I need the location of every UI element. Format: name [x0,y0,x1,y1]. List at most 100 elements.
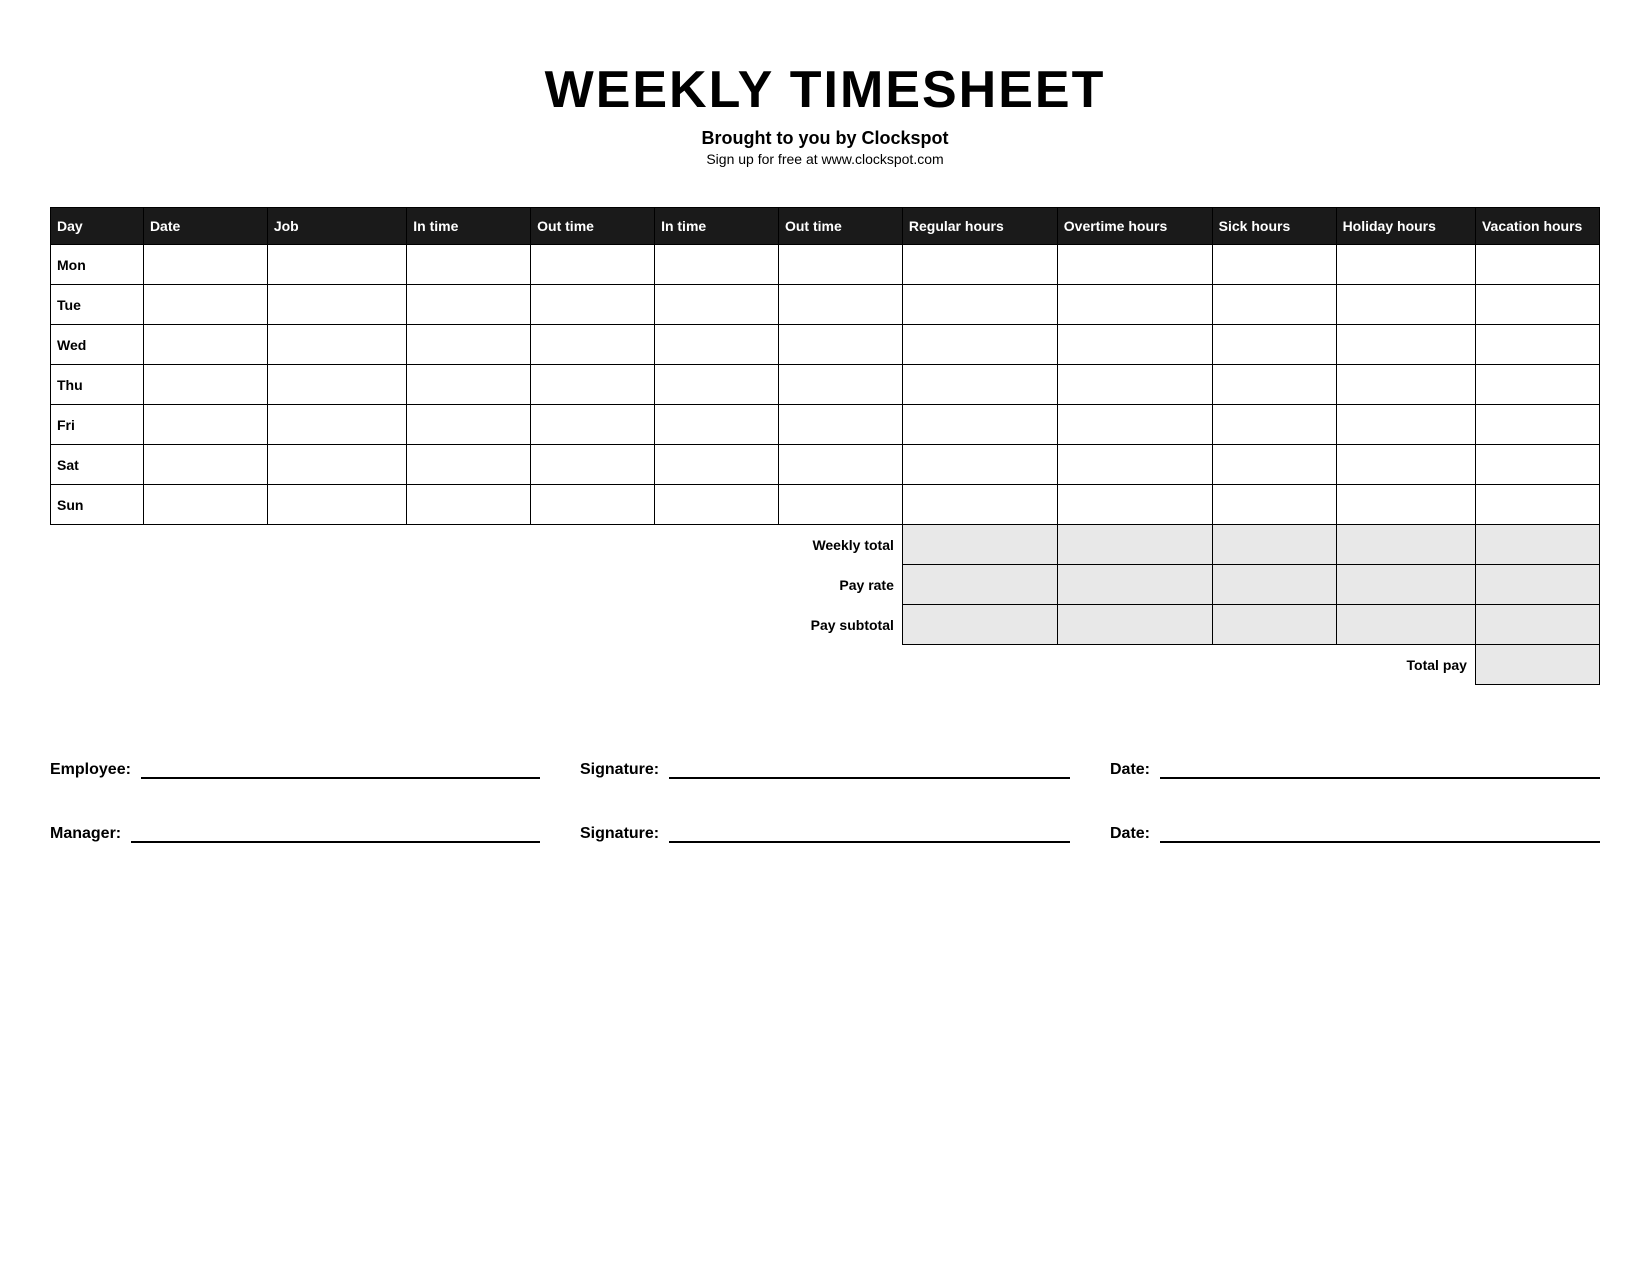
overtime-mon[interactable] [1057,245,1212,285]
manager-signature-line[interactable] [669,819,1070,843]
date-tue[interactable] [143,285,267,325]
regular-thu[interactable] [902,365,1057,405]
pay-rate-vacation[interactable] [1475,565,1599,605]
intime1-tue[interactable] [407,285,531,325]
pay-rate-regular[interactable] [902,565,1057,605]
job-sun[interactable] [267,485,406,525]
pay-rate-overtime[interactable] [1057,565,1212,605]
outtime1-wed[interactable] [531,325,655,365]
outtime1-tue[interactable] [531,285,655,325]
pay-subtotal-overtime[interactable] [1057,605,1212,645]
overtime-thu[interactable] [1057,365,1212,405]
sick-wed[interactable] [1212,325,1336,365]
holiday-fri[interactable] [1336,405,1475,445]
outtime2-wed[interactable] [778,325,902,365]
vacation-fri[interactable] [1475,405,1599,445]
regular-fri[interactable] [902,405,1057,445]
regular-mon[interactable] [902,245,1057,285]
job-mon[interactable] [267,245,406,285]
employee-date-line[interactable] [1160,755,1600,779]
weekly-total-sick[interactable] [1212,525,1336,565]
overtime-fri[interactable] [1057,405,1212,445]
employee-line[interactable] [141,755,540,779]
date-wed[interactable] [143,325,267,365]
sick-tue[interactable] [1212,285,1336,325]
outtime2-sat[interactable] [778,445,902,485]
vacation-sat[interactable] [1475,445,1599,485]
outtime1-thu[interactable] [531,365,655,405]
intime2-mon[interactable] [655,245,779,285]
intime1-sat[interactable] [407,445,531,485]
outtime2-mon[interactable] [778,245,902,285]
intime2-sat[interactable] [655,445,779,485]
pay-subtotal-holiday[interactable] [1336,605,1475,645]
weekly-total-regular[interactable] [902,525,1057,565]
vacation-mon[interactable] [1475,245,1599,285]
sick-mon[interactable] [1212,245,1336,285]
overtime-tue[interactable] [1057,285,1212,325]
outtime1-sat[interactable] [531,445,655,485]
job-wed[interactable] [267,325,406,365]
intime2-tue[interactable] [655,285,779,325]
holiday-sat[interactable] [1336,445,1475,485]
regular-wed[interactable] [902,325,1057,365]
date-sun[interactable] [143,485,267,525]
intime2-wed[interactable] [655,325,779,365]
overtime-wed[interactable] [1057,325,1212,365]
regular-sat[interactable] [902,445,1057,485]
job-sat[interactable] [267,445,406,485]
outtime2-thu[interactable] [778,365,902,405]
pay-rate-sick[interactable] [1212,565,1336,605]
total-pay-value[interactable] [1475,645,1599,685]
job-tue[interactable] [267,285,406,325]
sick-fri[interactable] [1212,405,1336,445]
regular-tue[interactable] [902,285,1057,325]
intime1-sun[interactable] [407,485,531,525]
col-header-date: Date [143,208,267,245]
weekly-total-overtime[interactable] [1057,525,1212,565]
regular-sun[interactable] [902,485,1057,525]
date-sat[interactable] [143,445,267,485]
intime1-wed[interactable] [407,325,531,365]
outtime1-fri[interactable] [531,405,655,445]
intime2-sun[interactable] [655,485,779,525]
vacation-tue[interactable] [1475,285,1599,325]
date-fri[interactable] [143,405,267,445]
job-thu[interactable] [267,365,406,405]
intime1-thu[interactable] [407,365,531,405]
outtime2-tue[interactable] [778,285,902,325]
pay-subtotal-sick[interactable] [1212,605,1336,645]
job-fri[interactable] [267,405,406,445]
pay-rate-holiday[interactable] [1336,565,1475,605]
weekly-total-vacation[interactable] [1475,525,1599,565]
holiday-mon[interactable] [1336,245,1475,285]
outtime2-fri[interactable] [778,405,902,445]
pay-subtotal-regular[interactable] [902,605,1057,645]
vacation-sun[interactable] [1475,485,1599,525]
employee-signature-line[interactable] [669,755,1070,779]
date-mon[interactable] [143,245,267,285]
pay-subtotal-vacation[interactable] [1475,605,1599,645]
holiday-wed[interactable] [1336,325,1475,365]
holiday-sun[interactable] [1336,485,1475,525]
vacation-thu[interactable] [1475,365,1599,405]
manager-date-line[interactable] [1160,819,1600,843]
weekly-total-holiday[interactable] [1336,525,1475,565]
outtime1-mon[interactable] [531,245,655,285]
holiday-thu[interactable] [1336,365,1475,405]
overtime-sun[interactable] [1057,485,1212,525]
intime2-thu[interactable] [655,365,779,405]
sick-sat[interactable] [1212,445,1336,485]
intime1-mon[interactable] [407,245,531,285]
outtime1-sun[interactable] [531,485,655,525]
holiday-tue[interactable] [1336,285,1475,325]
intime2-fri[interactable] [655,405,779,445]
sick-sun[interactable] [1212,485,1336,525]
overtime-sat[interactable] [1057,445,1212,485]
intime1-fri[interactable] [407,405,531,445]
manager-line[interactable] [131,819,540,843]
date-thu[interactable] [143,365,267,405]
sick-thu[interactable] [1212,365,1336,405]
outtime2-sun[interactable] [778,485,902,525]
vacation-wed[interactable] [1475,325,1599,365]
